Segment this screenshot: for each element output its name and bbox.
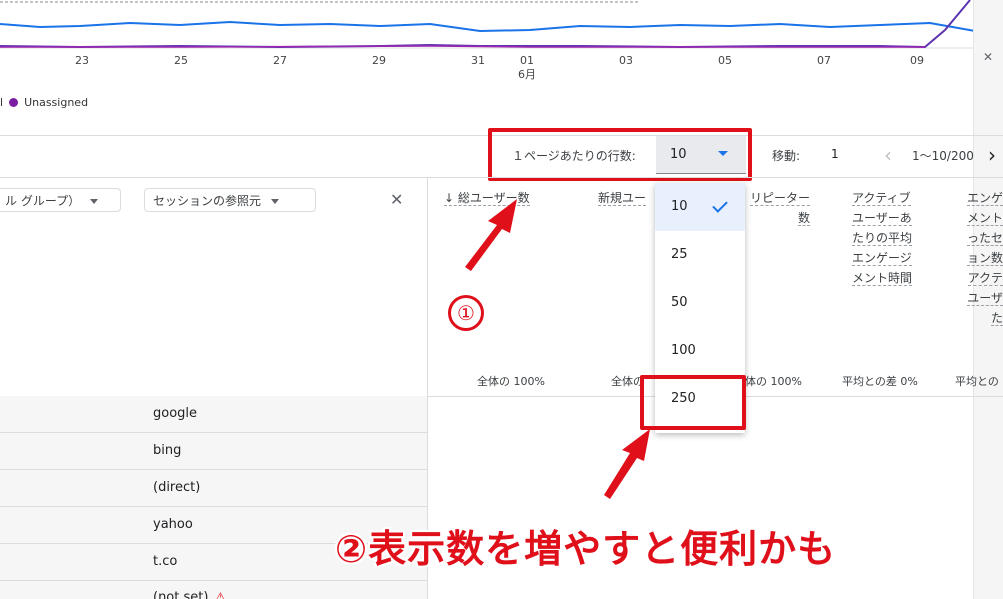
table-row[interactable]: (not set) ⚠: [0, 581, 427, 599]
close-icon[interactable]: ✕: [983, 50, 993, 64]
check-icon: [712, 197, 728, 213]
column-header-label: ユーザーあ: [852, 211, 912, 226]
column-header-engaged-sessions[interactable]: エンゲ メント ったセ ョン数 アクテ ユーザ た: [965, 188, 1003, 328]
column-header-label: た: [990, 311, 1003, 326]
column-header-label: アクテ: [967, 271, 1003, 286]
x-tick-month: 6月: [518, 68, 536, 81]
row-source: bing: [153, 443, 182, 458]
table-row[interactable]: google: [0, 396, 427, 433]
x-tick: 03: [619, 54, 633, 67]
table-row[interactable]: (direct): [0, 470, 427, 507]
chevron-down-icon: [271, 199, 280, 204]
menu-option-label: 25: [671, 247, 688, 262]
x-tick: 25: [174, 54, 188, 67]
row-source: google: [153, 406, 198, 421]
chevron-down-icon: [90, 199, 99, 204]
column-header-label: アクティブ: [852, 191, 911, 206]
x-tick: 09: [910, 54, 924, 67]
menu-option-label: 10: [671, 199, 688, 214]
x-tick: 23: [75, 54, 89, 67]
menu-option-label: 50: [671, 295, 688, 310]
menu-option-label: 100: [671, 343, 696, 358]
column-header-label: 新規ユー: [598, 191, 647, 206]
legend-label: l: [0, 95, 4, 109]
row-source: t.co: [153, 554, 178, 569]
table-row[interactable]: bing: [0, 433, 427, 470]
column-total: 平均との差 0%: [842, 375, 918, 388]
legend-label: Unassigned: [24, 95, 89, 109]
warning-icon: ⚠: [215, 590, 226, 599]
column-header-label: リピーター: [749, 191, 810, 206]
row-source: (not set): [153, 590, 209, 599]
annotation-step-1: ①: [448, 295, 484, 331]
column-header-label: エンゲージ: [852, 251, 912, 266]
column-header-returning-users[interactable]: リピーター 数: [744, 188, 810, 228]
dimension-chip[interactable]: ル グループ）: [0, 188, 121, 212]
page-range: 1〜10/200: [912, 149, 974, 163]
divider: [0, 177, 1003, 178]
menu-option-50[interactable]: 50: [655, 279, 745, 327]
annotation-box-250: [640, 375, 746, 430]
column-header-label: メント: [966, 211, 1003, 226]
column-header-label: たりの平均: [852, 231, 913, 246]
dimension-chip-label: ル グループ）: [5, 194, 81, 208]
column-header-label: ユーザ: [967, 291, 1003, 306]
column-total: 平均との: [955, 375, 999, 388]
menu-option-25[interactable]: 25: [655, 231, 745, 279]
x-tick: 31: [471, 54, 485, 67]
x-tick: 05: [718, 54, 732, 67]
chart-legend: l Unassigned: [0, 94, 88, 110]
chevron-left-icon[interactable]: ‹: [884, 145, 892, 165]
annotation-arrow-1: [465, 199, 517, 271]
x-tick: 27: [273, 54, 287, 67]
annotation-step-2: ②表示数を増やすと便利かも: [335, 527, 837, 571]
legend-dot-icon: [9, 97, 19, 107]
session-source-chip[interactable]: セッションの参照元: [144, 188, 316, 212]
column-total: 体の 100%: [745, 375, 802, 388]
column-header-label: ョン数: [966, 251, 1003, 266]
column-header-label: メント時間: [852, 271, 913, 286]
column-header-new-users[interactable]: 新規ユー: [598, 188, 647, 208]
row-source: (direct): [153, 480, 201, 495]
menu-option-100[interactable]: 100: [655, 327, 745, 375]
row-source: yahoo: [153, 517, 193, 532]
x-tick: 29: [372, 54, 386, 67]
column-total: 全体の 100%: [477, 375, 545, 388]
chevron-right-icon[interactable]: ›: [988, 145, 996, 165]
annotation-box-rows-per-page: [488, 128, 752, 181]
menu-option-10[interactable]: 10: [655, 183, 745, 231]
move-page-input[interactable]: 1: [831, 147, 839, 161]
column-header-label: 数: [797, 211, 810, 226]
column-header-label: ったセ: [966, 231, 1003, 246]
annotation-arrow-2: [604, 429, 650, 499]
chart-series-blue: [0, 20, 976, 33]
line-chart: 23 25 27 29 31 01 6月 03 05 07 09: [0, 0, 1003, 81]
column-header-avg-engagement[interactable]: アクティブ ユーザーあ たりの平均 エンゲージ メント時間: [852, 188, 913, 288]
remove-dimension-icon[interactable]: ✕: [390, 190, 403, 209]
column-header-label: エンゲ: [966, 191, 1003, 206]
move-label: 移動:: [772, 149, 801, 163]
session-source-chip-label: セッションの参照元: [153, 194, 262, 208]
x-tick: 07: [817, 54, 831, 67]
